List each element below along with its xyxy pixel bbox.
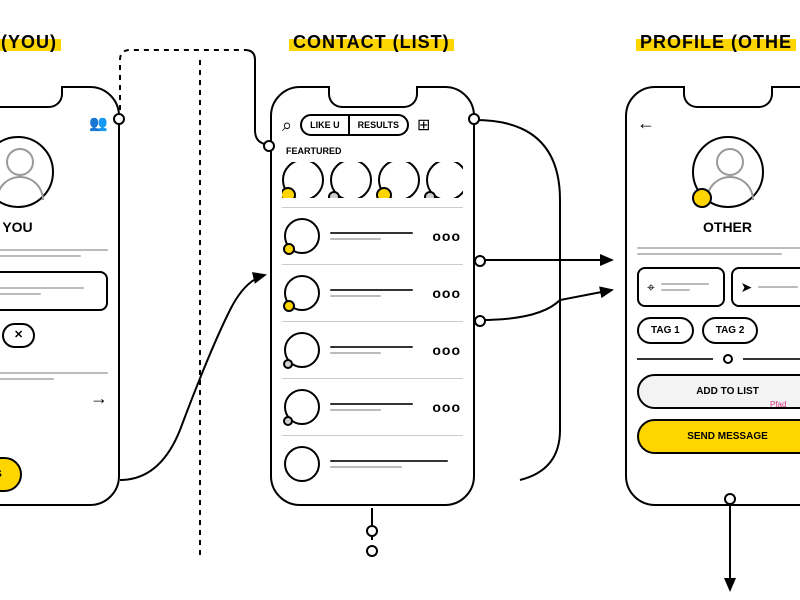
list-avatar — [284, 332, 320, 368]
send-icon: ➤ — [741, 279, 753, 296]
avatar-you[interactable] — [0, 136, 54, 208]
flow-node — [474, 315, 486, 327]
more-icon[interactable]: ooo — [432, 399, 461, 415]
segment-results[interactable]: RESULTS — [348, 116, 407, 134]
list-avatar — [284, 218, 320, 254]
avatar-other[interactable] — [692, 136, 764, 208]
list-item[interactable]: ooo — [282, 378, 463, 435]
flow-node — [263, 140, 275, 152]
list-avatar — [284, 389, 320, 425]
featured-avatar[interactable] — [426, 162, 463, 198]
featured-avatar[interactable] — [378, 162, 420, 198]
info-chip-send[interactable]: ➤ — [0, 271, 108, 311]
people-icon[interactable]: 👥 — [89, 114, 108, 132]
more-icon[interactable]: ooo — [432, 285, 461, 301]
tag-1[interactable]: TAG 1 — [637, 317, 694, 344]
name-you: YOU — [0, 219, 108, 235]
list-item[interactable]: ooo — [282, 264, 463, 321]
phone-notch — [328, 86, 418, 108]
flow-node — [474, 255, 486, 267]
flow-node — [366, 525, 378, 537]
tag-chip-partial[interactable]: ✕ — [2, 323, 35, 348]
featured-row — [282, 162, 463, 198]
pin-icon: ⌖ — [647, 279, 655, 296]
more-icon[interactable]: ooo — [432, 342, 461, 358]
info-chip-send[interactable]: ➤ — [731, 267, 800, 307]
tag-2[interactable]: TAG 2 — [702, 317, 759, 344]
segment-like-u[interactable]: LIKE U — [302, 116, 348, 134]
featured-avatar[interactable] — [330, 162, 372, 198]
arrow-right-icon[interactable]: → — [90, 388, 108, 409]
segmented-control[interactable]: LIKE U RESULTS — [300, 114, 409, 136]
search-icon[interactable]: ⌕ — [282, 115, 292, 136]
list-avatar — [284, 446, 320, 482]
contacts-button[interactable]: CONTACTS — [0, 457, 22, 492]
phone-profile-you: 👥 YOU ➤ ✕ TAG 2 ✕ — [0, 86, 120, 506]
featured-label: FEARTURED — [286, 146, 463, 156]
send-message-button[interactable]: SEND MESSAGE — [637, 419, 800, 454]
more-icon[interactable]: ooo — [432, 228, 461, 244]
back-icon[interactable]: ← — [637, 113, 655, 134]
list-item[interactable] — [282, 435, 463, 492]
info-chip-location[interactable]: ⌖ — [637, 267, 725, 307]
phone-contact-list: ⌕ LIKE U RESULTS ⊞ FEARTURED ooo — [270, 86, 475, 506]
phone-notch — [0, 86, 63, 108]
title-profile-other: PROFILE (OTHE — [640, 32, 792, 53]
flow-node — [468, 113, 480, 125]
map-icon[interactable]: ⊞ — [417, 115, 430, 135]
flow-node — [724, 493, 736, 505]
phone-profile-other: ← OTHER ⌖ ➤ — [625, 86, 800, 506]
featured-avatar[interactable] — [282, 162, 324, 198]
divider — [637, 354, 800, 364]
annotation-pfad: Pfad — [770, 400, 786, 409]
title-contact-list: CONTACT (LIST) — [293, 32, 450, 53]
close-icon[interactable]: ✕ — [14, 330, 23, 341]
list-item[interactable]: ooo — [282, 207, 463, 264]
phone-notch — [683, 86, 773, 108]
list-avatar — [284, 275, 320, 311]
title-profile-you: LE (YOU) — [0, 32, 57, 53]
name-other: OTHER — [637, 219, 800, 235]
flow-node — [113, 113, 125, 125]
list-item[interactable]: ooo — [282, 321, 463, 378]
flow-node — [366, 545, 378, 557]
